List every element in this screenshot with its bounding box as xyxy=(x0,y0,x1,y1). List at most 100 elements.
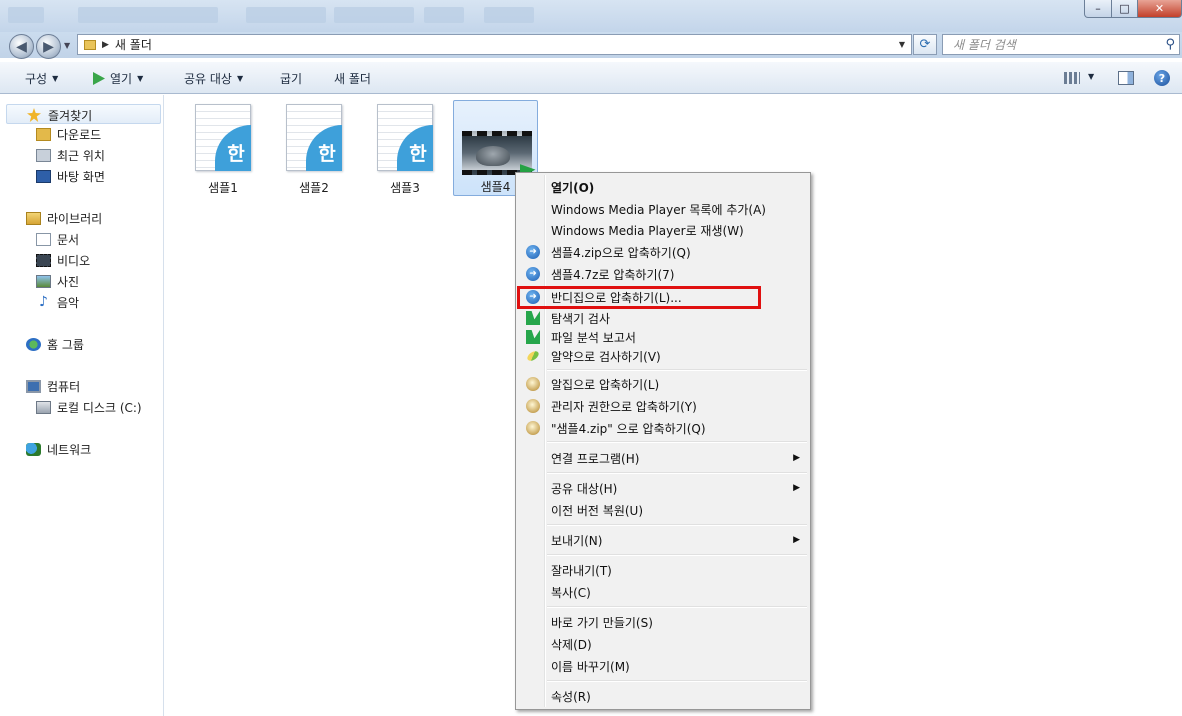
close-button[interactable]: ✕ xyxy=(1137,0,1182,18)
breadcrumb-chevron-icon[interactable]: ▶ xyxy=(102,40,109,50)
sidebar-item-videos[interactable]: 비디오 xyxy=(36,250,90,270)
burn-button[interactable]: 굽기 xyxy=(280,70,302,87)
open-label: 열기 xyxy=(110,72,133,86)
local-disk-icon xyxy=(36,400,51,414)
computer-icon xyxy=(26,379,41,393)
sidebar-item-favorites[interactable]: 즐겨찾기 xyxy=(6,104,161,124)
hwp-glyph: 한 xyxy=(397,125,433,171)
refresh-icon: ⟳ xyxy=(919,37,931,52)
file-name: 샘플1 xyxy=(208,181,238,195)
menu-item-wmp-play[interactable]: Windows Media Player로 재생(W) xyxy=(518,220,808,240)
desktop-icon xyxy=(36,169,51,183)
menu-item-alzip-admin[interactable]: 관리자 권한으로 압축하기(Y) xyxy=(518,396,808,416)
menu-item-label: 이전 버전 복원(U) xyxy=(551,503,644,518)
view-options-dropdown[interactable]: ▼ xyxy=(1088,72,1094,81)
sidebar-item-network[interactable]: 네트워크 xyxy=(26,439,91,459)
menu-item-copy[interactable]: 복사(C) xyxy=(518,582,808,602)
bandizip-icon: ➜ xyxy=(526,245,540,259)
sidebar-item-computer[interactable]: 컴퓨터 xyxy=(26,376,80,396)
forward-arrow-icon: ▶ xyxy=(43,38,54,55)
pictures-label: 사진 xyxy=(57,274,80,289)
menu-item-label: 삭제(D) xyxy=(551,637,592,652)
sidebar-item-documents[interactable]: 문서 xyxy=(36,229,79,249)
menu-item-share-with[interactable]: 공유 대상(H) ▶ xyxy=(518,478,808,498)
share-with-button[interactable]: 공유 대상 ▼ xyxy=(184,70,243,87)
menu-item-alzip-compress[interactable]: 알집으로 압축하기(L) xyxy=(518,374,808,394)
menu-item-rename[interactable]: 이름 바꾸기(M) xyxy=(518,656,808,676)
menu-item-zip-compress[interactable]: ➜ 샘플4.zip으로 압축하기(Q) xyxy=(518,242,808,262)
search-icon[interactable]: ⚲ xyxy=(1165,37,1175,52)
forward-button[interactable]: ▶ xyxy=(36,34,61,59)
sidebar-item-desktop[interactable]: 바탕 화면 xyxy=(36,166,105,186)
video-thumbnail xyxy=(458,131,536,178)
chevron-down-icon: ▼ xyxy=(236,74,244,83)
recent-places-icon xyxy=(36,148,51,162)
alzip-admin-icon xyxy=(526,399,540,413)
ghost-toolbar-strip xyxy=(246,7,326,23)
sidebar-item-libraries[interactable]: 라이브러리 xyxy=(26,208,102,228)
menu-item-open[interactable]: 열기(O) xyxy=(518,177,808,197)
open-button[interactable]: 열기 ▼ xyxy=(93,70,143,87)
back-button[interactable]: ◀ xyxy=(9,34,34,59)
sidebar-item-local-disk[interactable]: 로컬 디스크 (C:) xyxy=(36,397,142,417)
menu-item-alyac-scan[interactable]: 알약으로 검사하기(V) xyxy=(518,346,808,366)
menu-item-label: Windows Media Player로 재생(W) xyxy=(551,223,744,238)
address-dropdown-icon[interactable]: ▼ xyxy=(899,40,905,49)
sidebar-item-recent-places[interactable]: 최근 위치 xyxy=(36,145,105,165)
ghost-toolbar-strip xyxy=(334,7,414,23)
menu-item-delete[interactable]: 삭제(D) xyxy=(518,634,808,654)
minimize-button[interactable]: – xyxy=(1084,0,1112,18)
preview-pane-icon[interactable] xyxy=(1118,71,1134,85)
v3-icon xyxy=(526,311,540,325)
menu-item-restore-versions[interactable]: 이전 버전 복원(U) xyxy=(518,500,808,520)
videos-icon xyxy=(36,253,51,267)
menu-item-wmp-add[interactable]: Windows Media Player 목록에 추가(A) xyxy=(518,199,808,219)
view-options-icon[interactable] xyxy=(1064,72,1080,84)
documents-icon xyxy=(36,232,51,246)
menu-separator xyxy=(547,369,807,371)
menu-item-label: 탐색기 검사 xyxy=(551,311,611,326)
menu-item-create-shortcut[interactable]: 바로 가기 만들기(S) xyxy=(518,612,808,632)
command-toolbar: 구성 ▼ 열기 ▼ 공유 대상 ▼ 굽기 새 폴더 ▼ ? xyxy=(0,61,1182,94)
menu-item-7z-compress[interactable]: ➜ 샘플4.7z로 압축하기(7) xyxy=(518,264,808,284)
file-item[interactable]: 한 샘플3 xyxy=(365,100,445,196)
music-label: 음악 xyxy=(57,295,80,310)
libraries-label: 라이브러리 xyxy=(47,211,103,226)
menu-item-label: 파일 분석 보고서 xyxy=(551,330,636,345)
file-item[interactable]: 한 샘플2 xyxy=(274,100,354,196)
recent-pages-dropdown[interactable]: ▼ xyxy=(64,41,70,50)
hwp-document-icon: 한 xyxy=(195,104,251,171)
menu-item-file-analysis[interactable]: 파일 분석 보고서 xyxy=(518,327,808,347)
search-placeholder: 새 폴더 검색 xyxy=(953,38,1016,52)
menu-item-alzip-zip[interactable]: "샘플4.zip" 으로 압축하기(Q) xyxy=(518,418,808,438)
breadcrumb-current-folder[interactable]: 새 폴더 xyxy=(115,36,152,53)
maximize-button[interactable]: □ xyxy=(1111,0,1138,18)
downloads-label: 다운로드 xyxy=(57,127,102,142)
sidebar-item-pictures[interactable]: 사진 xyxy=(36,271,79,291)
homegroup-icon xyxy=(26,337,41,351)
refresh-button[interactable]: ⟳ xyxy=(913,34,937,55)
downloads-folder-icon xyxy=(36,127,51,141)
menu-separator xyxy=(547,554,807,556)
new-folder-button[interactable]: 새 폴더 xyxy=(334,70,371,87)
menu-item-send-to[interactable]: 보내기(N) ▶ xyxy=(518,530,808,550)
address-bar[interactable]: ▶ 새 폴더 ▼ xyxy=(77,34,912,55)
hwp-glyph: 한 xyxy=(306,125,342,171)
sidebar-item-homegroup[interactable]: 홈 그룹 xyxy=(26,334,84,354)
organize-button[interactable]: 구성 ▼ xyxy=(25,70,58,87)
menu-separator xyxy=(547,472,807,474)
sidebar-item-downloads[interactable]: 다운로드 xyxy=(36,124,101,144)
help-icon[interactable]: ? xyxy=(1154,70,1170,86)
submenu-arrow-icon: ▶ xyxy=(793,483,800,493)
menu-item-properties[interactable]: 속성(R) xyxy=(518,686,808,706)
file-item[interactable]: 한 샘플1 xyxy=(183,100,263,196)
menu-item-label: 관리자 권한으로 압축하기(Y) xyxy=(551,399,697,414)
v3-report-icon xyxy=(526,330,540,344)
menu-item-v3-scan[interactable]: 탐색기 검사 xyxy=(518,308,808,328)
alzip-icon xyxy=(526,377,540,391)
menu-item-open-with[interactable]: 연결 프로그램(H) ▶ xyxy=(518,448,808,468)
chevron-down-icon: ▼ xyxy=(137,74,144,83)
menu-item-cut[interactable]: 잘라내기(T) xyxy=(518,560,808,580)
sidebar-item-music[interactable]: ♪ 음악 xyxy=(36,292,79,312)
search-input[interactable]: 새 폴더 검색 ⚲ xyxy=(942,34,1180,55)
